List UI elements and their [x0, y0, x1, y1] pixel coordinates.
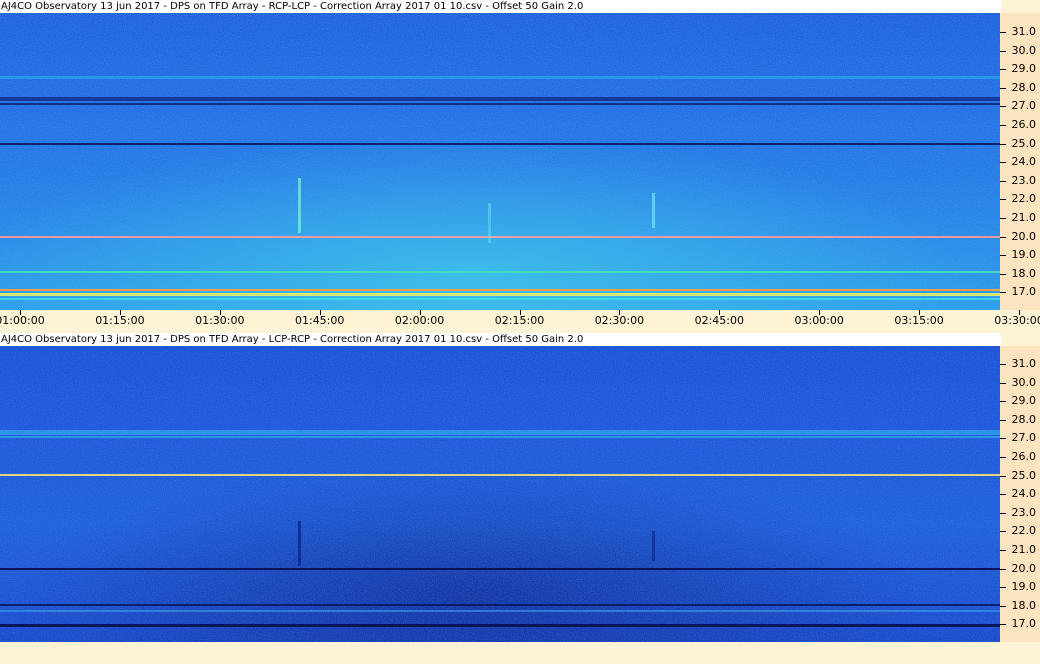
spectrogram-top-image [0, 13, 1000, 310]
frequency-tick-label: 17.0 [1011, 285, 1037, 299]
frequency-tick-mark [1000, 273, 1006, 275]
time-tick-label: 03:00:00 [794, 314, 844, 327]
frequency-tick-label: 29.0 [1011, 62, 1037, 76]
frequency-tick-mark [1000, 512, 1006, 514]
frequency-tick-label: 26.0 [1011, 118, 1037, 131]
frequency-tick-mark [1000, 438, 1006, 440]
frequency-tick-label: 23.0 [1011, 173, 1037, 187]
frequency-tick-mark [1000, 180, 1006, 182]
spectrogram-top[interactable] [0, 13, 1000, 310]
time-tick-label: 02:45:00 [694, 314, 744, 327]
frequency-tick-mark [1000, 143, 1006, 145]
frequency-tick-mark [1000, 199, 1006, 201]
time-tick-label: 02:30:00 [594, 314, 645, 327]
frequency-tick-label: 20.0 [1011, 229, 1037, 243]
frequency-tick-mark [1000, 87, 1006, 89]
spectrogram-bottom-image [0, 346, 1000, 642]
frequency-tick-label: 31.0 [1011, 357, 1037, 370]
frequency-tick-label: 24.0 [1011, 487, 1037, 501]
frequency-tick-mark [1000, 218, 1006, 219]
frequency-tick-mark [1000, 50, 1006, 52]
frequency-axis-top: 31.0 30.0 29.0 28.0 27.0 26.0 25.0 24.0 23.0 22.0… [1000, 13, 1040, 310]
frequency-tick-label: 27.0 [1011, 431, 1037, 445]
frequency-tick-label: 17.0 [1011, 617, 1037, 631]
frequency-tick-mark [1000, 125, 1006, 126]
frequency-tick-label: 28.0 [1011, 80, 1037, 94]
frequency-tick-mark [1000, 475, 1006, 477]
frequency-tick-mark [1000, 605, 1006, 607]
time-tick-label: 01:30:00 [195, 314, 245, 327]
frequency-tick-label: 30.0 [1011, 43, 1037, 57]
frequency-tick-label: 27.0 [1011, 99, 1037, 113]
frequency-tick-label: 28.0 [1011, 412, 1037, 426]
frequency-tick-label: 25.0 [1011, 136, 1037, 150]
frequency-tick-label: 19.0 [1011, 248, 1037, 262]
frequency-tick-label: 22.0 [1011, 524, 1037, 538]
frequency-tick-label: 22.0 [1011, 192, 1037, 206]
frequency-tick-label: 18.0 [1011, 598, 1037, 612]
frequency-axis-bottom: 31.0 30.0 29.0 28.0 27.0 26.0 25.0 24.0 23.0 22.0… [1000, 346, 1040, 642]
frequency-tick-mark [1000, 255, 1006, 257]
time-tick-label: 03:15:00 [894, 314, 944, 327]
panel-title-top: AJ4CO Observatory 13 jun 2017 - DPS on T… [0, 0, 1001, 13]
frequency-tick-mark [1000, 419, 1006, 421]
frequency-tick-label: 26.0 [1011, 450, 1037, 463]
frequency-tick-mark [1000, 32, 1006, 33]
frequency-tick-mark [1000, 531, 1006, 533]
frequency-tick-label: 18.0 [1011, 266, 1037, 280]
frequency-tick-mark [1000, 624, 1006, 626]
frequency-tick-mark [1000, 382, 1006, 384]
frequency-tick-label: 20.0 [1011, 561, 1037, 575]
time-tick-label: 01:45:00 [294, 314, 345, 327]
frequency-tick-label: 23.0 [1011, 505, 1037, 519]
frequency-tick-mark [1000, 236, 1006, 238]
frequency-tick-label: 29.0 [1011, 394, 1037, 408]
time-tick-label: 01:15:00 [95, 314, 145, 327]
frequency-tick-label: 24.0 [1011, 155, 1037, 169]
frequency-tick-mark [1000, 106, 1006, 108]
frequency-tick-mark [1000, 568, 1006, 570]
frequency-tick-mark [1000, 364, 1006, 365]
frequency-tick-label: 25.0 [1011, 468, 1037, 482]
frequency-tick-label: 21.0 [1011, 211, 1037, 224]
frequency-tick-mark [1000, 550, 1006, 551]
panel-title-bottom: AJ4CO Observatory 13 jun 2017 - DPS on T… [0, 333, 1001, 346]
frequency-tick-mark [1000, 162, 1006, 164]
time-axis: 01:00:00 01:15:00 01:30:00 01:45:00 02:00:00… [0, 310, 1040, 329]
time-tick-label: 02:00:00 [394, 314, 445, 327]
frequency-tick-mark [1000, 457, 1006, 458]
frequency-tick-label: 31.0 [1011, 25, 1037, 38]
frequency-tick-mark [1000, 587, 1006, 589]
frequency-tick-label: 21.0 [1011, 543, 1037, 556]
frequency-tick-label: 19.0 [1011, 580, 1037, 594]
bottom-strip [0, 642, 1040, 664]
frequency-tick-mark [1000, 292, 1006, 294]
frequency-tick-mark [1000, 401, 1006, 403]
time-tick-label: 02:15:00 [494, 314, 545, 327]
frequency-tick-mark [1000, 69, 1006, 71]
frequency-tick-mark [1000, 494, 1006, 496]
spectrogram-bottom[interactable] [0, 346, 1000, 642]
time-tick-label: 03:30:00 [994, 314, 1040, 327]
frequency-tick-label: 30.0 [1011, 375, 1037, 389]
time-tick-label: 01:00:00 [0, 314, 45, 327]
